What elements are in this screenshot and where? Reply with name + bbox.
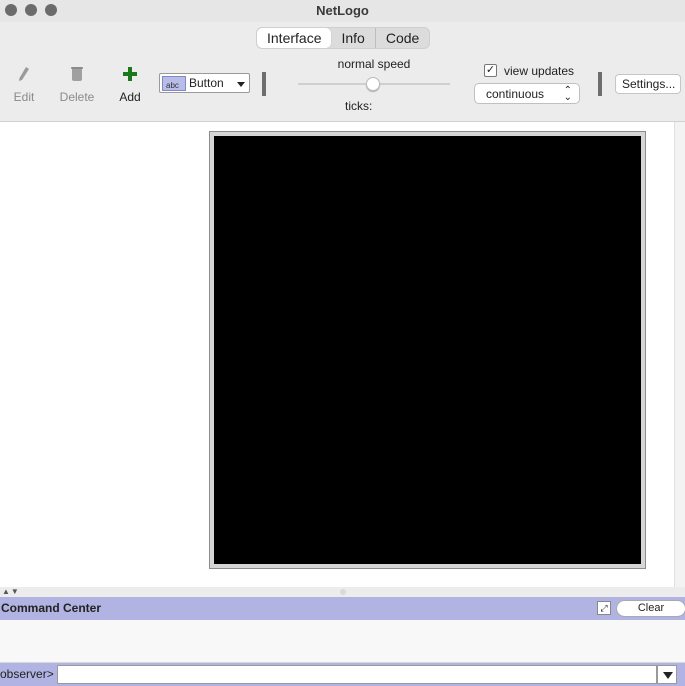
tab-bar: Interface Info Code [256,27,431,49]
pencil-icon [19,67,29,81]
delete-button[interactable]: Delete [59,66,95,104]
clear-button[interactable]: Clear [616,600,685,617]
edit-button[interactable]: Edit [12,66,36,104]
speed-slider-knob[interactable] [366,77,380,91]
chevron-down-icon [237,82,245,87]
add-button[interactable]: Add [118,66,142,104]
command-history-dropdown[interactable] [657,665,677,684]
trash-icon [71,67,83,81]
command-center-title: Command Center [1,601,102,615]
add-label: Add [119,90,141,104]
toolbar-separator [598,72,602,96]
updown-chevron-icon: ⌃ ⌄ [563,85,572,103]
toolbar-separator [262,72,266,96]
command-center-header: Command Center ⤢ Clear [0,597,685,620]
view-updates-checkbox[interactable]: ✓ [484,64,497,77]
splitter-handle[interactable] [340,589,346,595]
update-mode-select[interactable]: continuous ⌃ ⌄ [474,83,580,104]
widget-type-value: Button [189,76,224,90]
expand-icon[interactable]: ⤢ [597,601,611,615]
ticks-label: ticks: [345,99,373,113]
vertical-scrollbar[interactable] [674,122,685,587]
pane-splitter[interactable]: ▲▼ [0,587,685,597]
observer-prompt[interactable]: observer> [0,667,54,681]
edit-label: Edit [13,90,35,104]
button-widget-icon: abc [162,76,186,91]
chevron-down-icon [663,672,673,679]
update-mode-value: continuous [486,87,545,101]
settings-button[interactable]: Settings... [615,74,681,94]
delete-label: Delete [59,90,95,104]
widget-type-select[interactable]: abc Button [159,73,250,93]
plus-icon [123,67,137,81]
world-view[interactable] [214,136,641,564]
tab-info[interactable]: Info [331,28,374,48]
command-center-output [0,620,685,663]
tab-interface[interactable]: Interface [257,28,332,48]
split-arrows-icon[interactable]: ▲▼ [2,587,20,596]
command-input[interactable] [57,665,657,684]
window-title: NetLogo [316,3,369,18]
command-input-row: observer> [0,663,685,686]
title-bar: NetLogo [0,0,685,22]
world-view-frame[interactable] [209,131,646,569]
tab-code[interactable]: Code [374,28,429,48]
toolbar: Edit Delete Add abc Button normal speed … [0,54,685,118]
view-updates-label: view updates [504,64,575,78]
speed-label: normal speed [337,57,411,71]
